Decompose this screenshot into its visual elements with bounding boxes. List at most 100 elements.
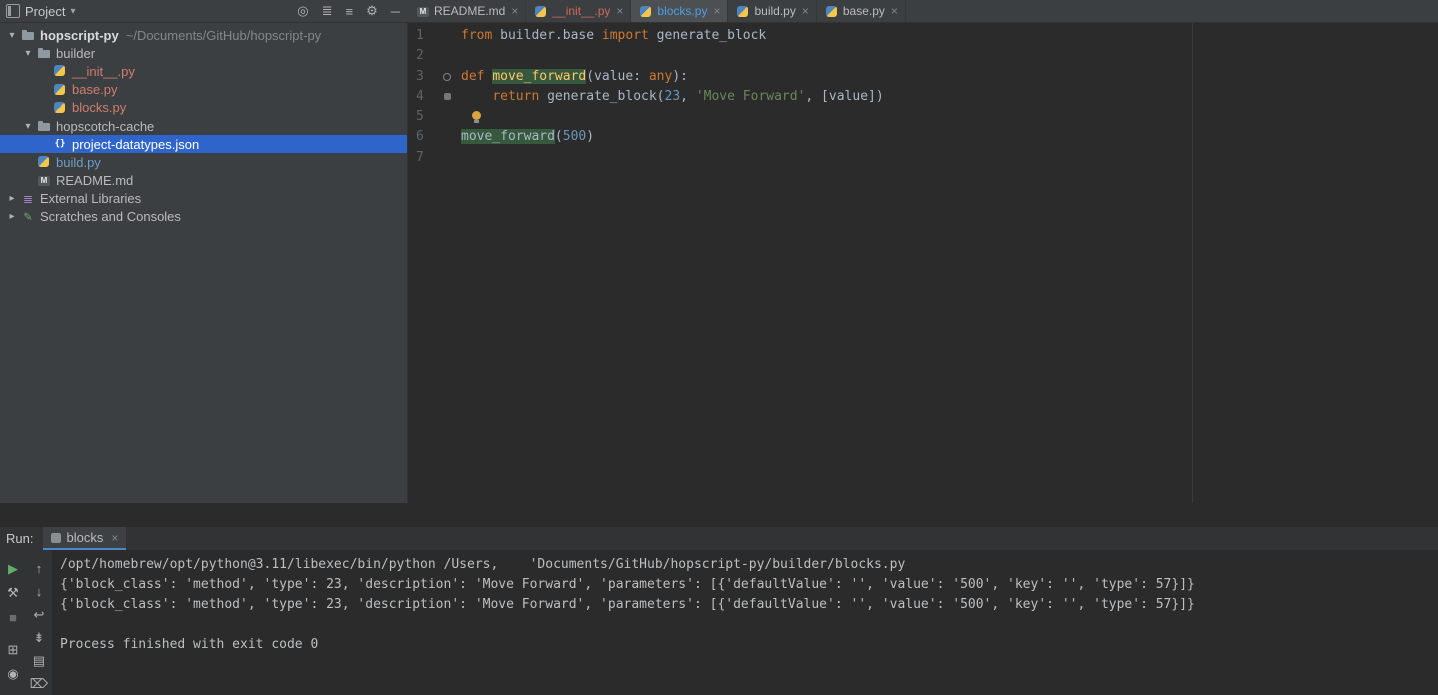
- intention-bulb-icon[interactable]: [472, 111, 481, 124]
- code-line: 3 def move_forward(value: any):: [408, 67, 1438, 87]
- panel-toolbar-icons: ◎ ≣ ≡ ⚙ ─: [297, 3, 400, 19]
- rerun-button[interactable]: ▶: [0, 557, 26, 581]
- project-tree: ▾ hopscript-py ~/Documents/GitHub/hopscrip…: [0, 23, 408, 503]
- ide-window: Project ▾ ◎≣≡⚙─ README.md×__init__.py×bl…: [0, 0, 1438, 695]
- tab-build-py[interactable]: build.py ×: [728, 0, 817, 22]
- chevron-down-icon[interactable]: ▾: [20, 48, 36, 59]
- folder-file-icon: [36, 118, 52, 134]
- tab-base-py[interactable]: base.py ×: [817, 0, 906, 22]
- tree-item-label: hopscript-py: [40, 27, 119, 43]
- locate-file-icon[interactable]: ◎: [297, 3, 308, 19]
- chevron-right-icon[interactable]: ▸: [4, 211, 20, 222]
- code-line: 4 return generate_block(23, 'Move Forwar…: [408, 87, 1438, 107]
- editor-tab-bar: README.md×__init__.py×blocks.py×build.py…: [408, 0, 1438, 22]
- print-icon[interactable]: ▤: [26, 649, 52, 672]
- tree-item-base-py[interactable]: base.py: [0, 81, 407, 99]
- gutter-marker-icon[interactable]: [443, 72, 451, 81]
- python-file-icon: [533, 4, 547, 18]
- chevron-down-icon[interactable]: ▾: [70, 6, 75, 17]
- markdown-file-icon: [36, 173, 52, 189]
- chevron-down-icon[interactable]: ▾: [4, 30, 20, 41]
- tab-blocks-py[interactable]: blocks.py ×: [631, 0, 729, 22]
- settings-gear-icon[interactable]: ⚙: [366, 3, 378, 19]
- pin-icon[interactable]: ◉: [0, 662, 26, 686]
- tree-item-label: README.md: [56, 173, 134, 189]
- close-icon[interactable]: ×: [111, 531, 118, 545]
- expand-all-icon[interactable]: ≣: [322, 3, 333, 19]
- close-icon[interactable]: ×: [511, 4, 518, 18]
- tab-readme-md[interactable]: README.md ×: [408, 0, 527, 22]
- tree-item-label: External Libraries: [40, 191, 142, 207]
- tab-label: __init__.py: [552, 4, 611, 18]
- close-icon[interactable]: ×: [713, 4, 720, 18]
- prev-occurrence-icon[interactable]: ↑: [26, 557, 52, 580]
- code-text: move_forward(500): [461, 129, 595, 145]
- close-icon[interactable]: ×: [616, 4, 623, 18]
- run-tab-blocks[interactable]: blocks ×: [43, 527, 127, 550]
- next-occurrence-icon[interactable]: ↓: [26, 580, 52, 603]
- collapse-all-icon[interactable]: ≡: [346, 4, 354, 19]
- line-number: 3: [408, 67, 455, 87]
- main-area: ▾ hopscript-py ~/Documents/GitHub/hopscrip…: [0, 23, 1438, 503]
- code-line: 7: [408, 148, 1438, 168]
- tree-item-label: blocks.py: [72, 100, 127, 116]
- gutter-marker-icon[interactable]: [444, 92, 451, 100]
- tree-item-build-py[interactable]: build.py: [0, 153, 407, 171]
- project-panel-header: Project ▾ ◎ ≣ ≡ ⚙ ─: [0, 0, 408, 22]
- line-number: 5: [416, 109, 424, 125]
- python-file-icon: [52, 82, 68, 98]
- line-number: 4: [408, 87, 455, 107]
- line-number: 1: [416, 28, 424, 43]
- hide-panel-icon[interactable]: ─: [391, 4, 400, 19]
- code-line: 6 move_forward(500): [408, 127, 1438, 147]
- editor[interactable]: 1 from builder.base import generate_block…: [408, 23, 1438, 503]
- scroll-to-end-icon[interactable]: ⇟: [26, 626, 52, 649]
- wrench-icon[interactable]: ⚒: [0, 581, 26, 605]
- python-file-icon: [735, 4, 749, 18]
- tab-init-py[interactable]: __init__.py ×: [526, 0, 632, 22]
- tree-item-path: ~/Documents/GitHub/hopscript-py: [125, 27, 322, 43]
- close-icon[interactable]: ×: [802, 4, 809, 18]
- line-number: 7: [416, 149, 424, 165]
- tree-item-hopscotch-cache[interactable]: ▾ hopscotch-cache: [0, 117, 407, 135]
- tree-item-builder[interactable]: ▾ builder: [0, 44, 407, 62]
- stop-button[interactable]: ■: [0, 605, 26, 629]
- tree-item-hopscript-py[interactable]: ▾ hopscript-py ~/Documents/GitHub/hopscrip…: [0, 26, 407, 44]
- code-area: 1 from builder.base import generate_block…: [408, 26, 1438, 168]
- tree-item-label: base.py: [72, 82, 118, 98]
- console-line: Process finished with exit code 0: [60, 637, 319, 652]
- chevron-right-icon[interactable]: ▸: [4, 193, 20, 204]
- close-icon[interactable]: ×: [891, 4, 898, 18]
- json-file-icon: [52, 136, 68, 152]
- soft-wrap-icon[interactable]: ↩: [26, 603, 52, 626]
- code-text: def move_forward(value: any):: [461, 68, 688, 84]
- folder-file-icon: [36, 45, 52, 61]
- restore-layout-icon[interactable]: ⊞: [0, 638, 26, 662]
- tree-item-blocks-py[interactable]: blocks.py: [0, 99, 407, 117]
- tree-item-readme-md[interactable]: README.md: [0, 172, 407, 190]
- run-config-icon: [51, 532, 62, 543]
- tree-item-label: Scratches and Consoles: [40, 209, 181, 225]
- console-line: {'block_class': 'method', 'type': 23, 'd…: [60, 597, 1195, 612]
- run-panel-title: Run:: [6, 531, 34, 546]
- code-line: 2: [408, 46, 1438, 66]
- chevron-down-icon[interactable]: ▾: [20, 121, 36, 132]
- console-line: /opt/homebrew/opt/python@3.11/libexec/bi…: [60, 557, 906, 572]
- tree-item-label: build.py: [56, 154, 101, 170]
- markdown-file-icon: [415, 4, 429, 18]
- tree-item-project-datatypes-json[interactable]: project-datatypes.json: [0, 135, 407, 154]
- line-number: 2: [416, 48, 424, 64]
- tree-item-init-py[interactable]: __init__.py: [0, 62, 407, 80]
- code-text: from builder.base import generate_block: [461, 28, 767, 43]
- project-dropdown[interactable]: Project: [25, 4, 65, 19]
- tree-item-label: hopscotch-cache: [56, 118, 155, 134]
- clear-all-icon[interactable]: ⌦: [26, 672, 52, 695]
- editor-bottom-strip: [0, 503, 1438, 527]
- tree-item-label: __init__.py: [72, 63, 135, 79]
- tree-item-external-libraries[interactable]: ▸ External Libraries: [0, 190, 407, 208]
- tab-label: build.py: [754, 4, 796, 18]
- tree-item-scratches-and-consoles[interactable]: ▸ Scratches and Consoles: [0, 208, 407, 226]
- run-tab-label: blocks: [66, 530, 104, 545]
- python-file-icon: [824, 4, 838, 18]
